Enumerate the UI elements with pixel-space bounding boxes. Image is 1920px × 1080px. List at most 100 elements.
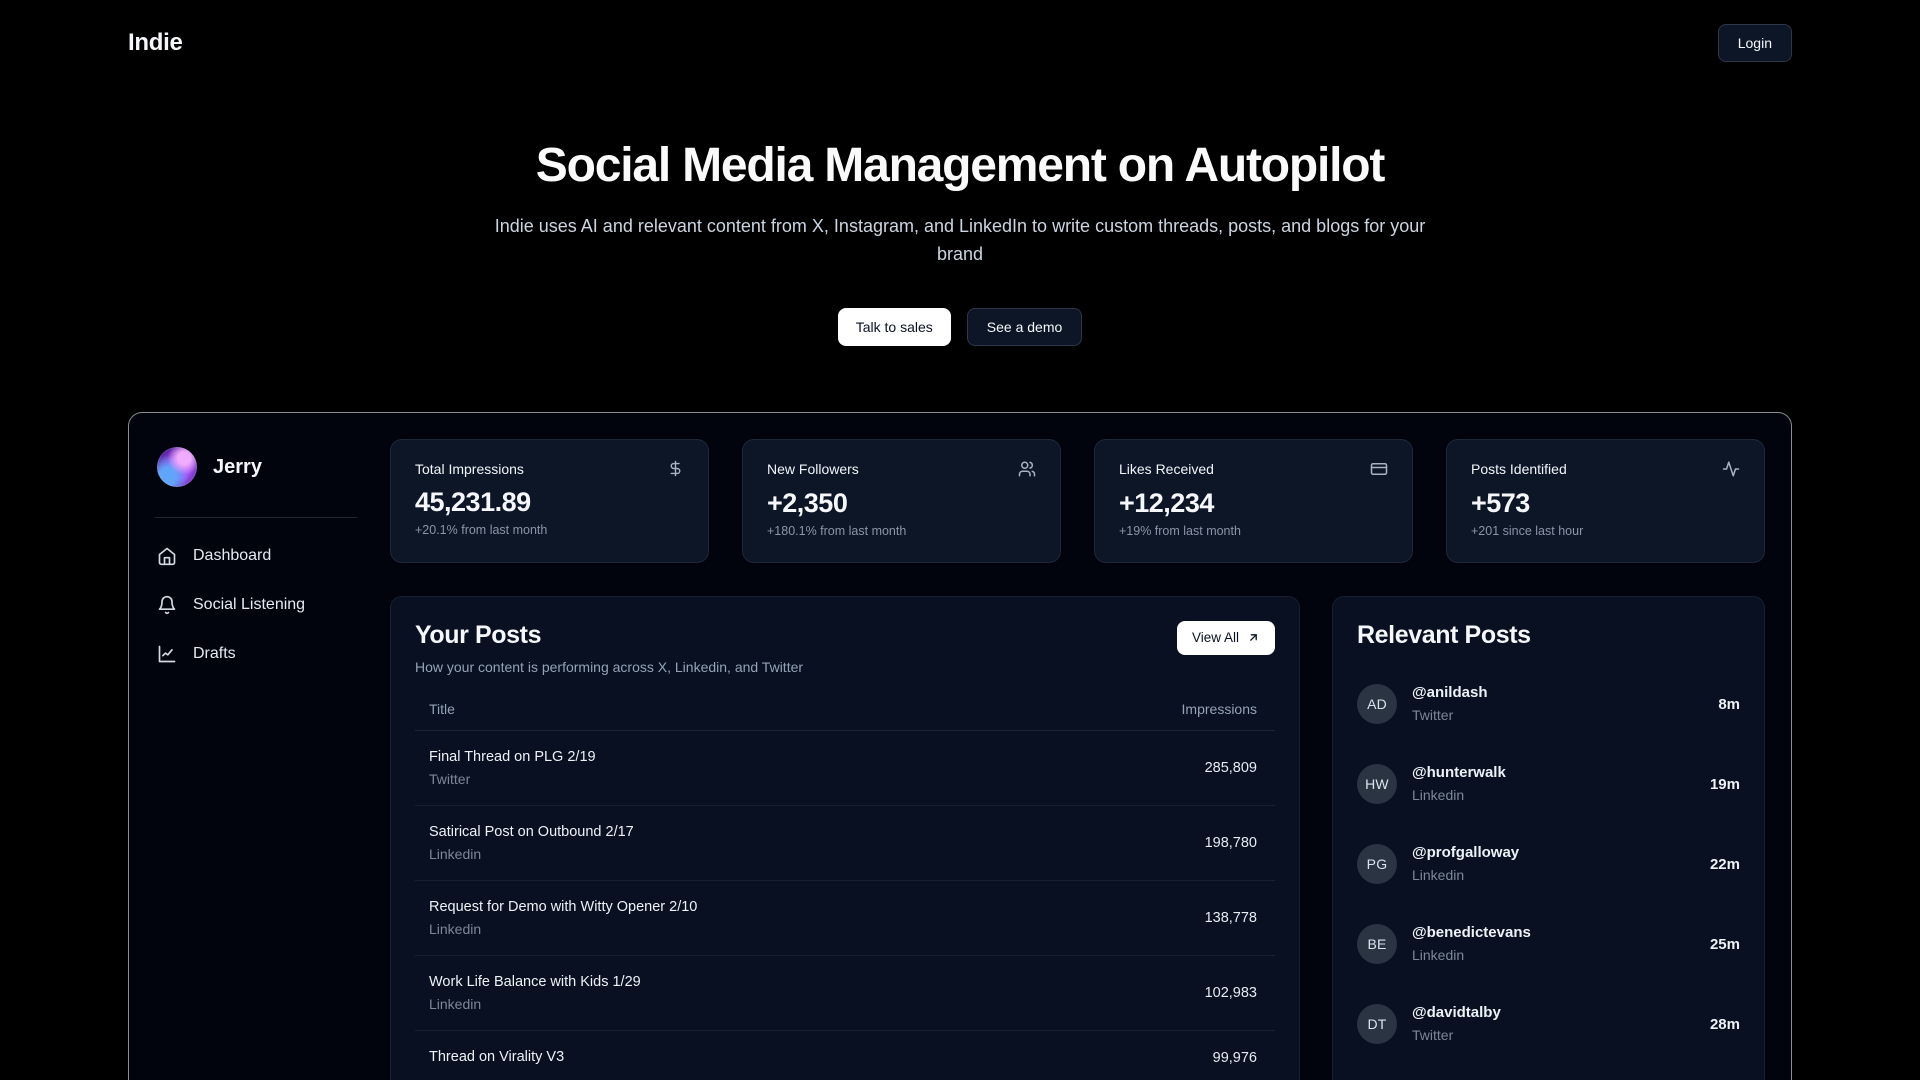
sidebar-item-dashboard[interactable]: Dashboard [155, 536, 357, 576]
post-platform: Linkedin [1412, 865, 1695, 885]
post-platform: Linkedin [429, 994, 1205, 1014]
column-title: Title [429, 701, 1182, 717]
post-platform: Linkedin [429, 919, 1205, 939]
table-row[interactable]: Request for Demo with Witty Opener 2/10 … [415, 881, 1275, 956]
stat-label: New Followers [767, 461, 859, 477]
table-row[interactable]: Satirical Post on Outbound 2/17 Linkedin… [415, 806, 1275, 881]
top-bar: Indie Login [0, 0, 1920, 86]
hero-subtitle: Indie uses AI and relevant content from … [475, 212, 1445, 268]
relevant-posts-list: AD @anildash Twitter 8m HW @hunterwalk L… [1357, 664, 1740, 1080]
list-item[interactable]: HW @hunterwalk Linkedin 19m [1357, 744, 1740, 824]
table-row[interactable]: Thread on Virality V3 99,976 [415, 1031, 1275, 1080]
column-impressions: Impressions [1182, 701, 1257, 717]
line-chart-icon [157, 644, 177, 664]
see-a-demo-button[interactable]: See a demo [967, 308, 1083, 346]
sidebar-item-label: Social Listening [193, 596, 305, 614]
post-handle: @benedictevans [1412, 923, 1695, 943]
table-header: Title Impressions [415, 701, 1275, 731]
sidebar-item-label: Dashboard [193, 547, 271, 565]
stat-label: Likes Received [1119, 461, 1214, 477]
brand-logo: Indie [128, 29, 183, 57]
stat-value: 45,231.89 [415, 487, 684, 518]
login-button[interactable]: Login [1718, 24, 1792, 62]
post-handle: @anildash [1412, 683, 1703, 703]
stat-label: Total Impressions [415, 461, 524, 477]
stat-card-new-followers: New Followers +2,350 +180.1% from last m… [742, 439, 1061, 563]
avatar: DT [1357, 1004, 1397, 1044]
post-impressions: 138,778 [1205, 910, 1257, 926]
avatar: PG [1357, 844, 1397, 884]
avatar: HW [1357, 764, 1397, 804]
post-handle: @davidtalby [1412, 1003, 1695, 1023]
post-time: 25m [1710, 936, 1740, 953]
stat-card-posts-identified: Posts Identified +573 +201 since last ho… [1446, 439, 1765, 563]
users-icon [1018, 460, 1036, 478]
post-title: Work Life Balance with Kids 1/29 [429, 972, 1205, 992]
sidebar-item-label: Drafts [193, 645, 236, 663]
post-handle: @profgalloway [1412, 843, 1695, 863]
sidebar-divider [155, 517, 357, 518]
your-posts-subtitle: How your content is performing across X,… [415, 659, 803, 675]
hero-cta-group: Talk to sales See a demo [0, 308, 1920, 346]
talk-to-sales-button[interactable]: Talk to sales [838, 308, 951, 346]
post-title: Satirical Post on Outbound 2/17 [429, 822, 1205, 842]
list-item[interactable]: BE @benedictevans Linkedin 25m [1357, 904, 1740, 984]
view-all-button[interactable]: View All [1177, 621, 1275, 655]
posts-table: Title Impressions Final Thread on PLG 2/… [415, 701, 1275, 1080]
post-time: 19m [1710, 776, 1740, 793]
avatar: AD [1357, 684, 1397, 724]
user-profile: Jerry [155, 439, 357, 487]
stat-card-total-impressions: Total Impressions 45,231.89 +20.1% from … [390, 439, 709, 563]
stats-row: Total Impressions 45,231.89 +20.1% from … [390, 439, 1765, 563]
post-impressions: 102,983 [1205, 985, 1257, 1001]
stat-label: Posts Identified [1471, 461, 1567, 477]
sidebar-nav: Dashboard Social Listening Drafts [155, 536, 357, 674]
dashboard-main: Total Impressions 45,231.89 +20.1% from … [390, 439, 1765, 1080]
view-all-label: View All [1192, 631, 1239, 645]
post-platform: Twitter [1412, 1025, 1695, 1045]
your-posts-section: Your Posts How your content is performin… [390, 596, 1300, 1080]
stat-delta: +19% from last month [1119, 524, 1388, 538]
relevant-posts-section: Relevant Posts AD @anildash Twitter 8m H… [1332, 596, 1765, 1080]
hero-section: Social Media Management on Autopilot Ind… [0, 136, 1920, 346]
stat-value: +573 [1471, 488, 1740, 519]
stat-delta: +201 since last hour [1471, 524, 1740, 538]
stat-value: +12,234 [1119, 488, 1388, 519]
sidebar-item-social-listening[interactable]: Social Listening [155, 585, 357, 625]
your-posts-title: Your Posts [415, 621, 803, 650]
dashboard-panel: Jerry Dashboard Social Listening Draft [128, 412, 1792, 1080]
user-name: Jerry [213, 456, 262, 479]
bell-icon [157, 595, 177, 615]
hero-title: Social Media Management on Autopilot [0, 136, 1920, 196]
post-handle: @hunterwalk [1412, 763, 1695, 783]
relevant-posts-title: Relevant Posts [1357, 621, 1740, 650]
content-row: Your Posts How your content is performin… [390, 596, 1765, 1080]
arrow-up-right-icon [1247, 631, 1260, 644]
activity-icon [1722, 460, 1740, 478]
post-platform: Linkedin [1412, 945, 1695, 965]
post-time: 28m [1710, 1016, 1740, 1033]
list-item[interactable]: AD @anildash Twitter 8m [1357, 664, 1740, 744]
post-title: Thread on Virality V3 [429, 1047, 1213, 1067]
stat-card-likes-received: Likes Received +12,234 +19% from last mo… [1094, 439, 1413, 563]
user-avatar [157, 447, 197, 487]
list-item[interactable]: PG @profgalloway Linkedin 22m [1357, 824, 1740, 904]
post-platform: Linkedin [429, 844, 1205, 864]
table-row[interactable]: Work Life Balance with Kids 1/29 Linkedi… [415, 956, 1275, 1031]
home-icon [157, 546, 177, 566]
post-impressions: 198,780 [1205, 835, 1257, 851]
stat-value: +2,350 [767, 488, 1036, 519]
avatar: BE [1357, 924, 1397, 964]
credit-card-icon [1370, 460, 1388, 478]
table-row[interactable]: Final Thread on PLG 2/19 Twitter 285,809 [415, 731, 1275, 806]
sidebar-item-drafts[interactable]: Drafts [155, 634, 357, 674]
post-time: 8m [1718, 696, 1740, 713]
stat-delta: +180.1% from last month [767, 524, 1036, 538]
list-item[interactable]: RS @reshmasaujani 32m [1357, 1064, 1740, 1080]
list-item[interactable]: DT @davidtalby Twitter 28m [1357, 984, 1740, 1064]
dollar-icon [667, 460, 684, 477]
post-platform: Linkedin [1412, 785, 1695, 805]
post-impressions: 285,809 [1205, 760, 1257, 776]
post-impressions: 99,976 [1213, 1050, 1257, 1066]
post-title: Final Thread on PLG 2/19 [429, 747, 1205, 767]
